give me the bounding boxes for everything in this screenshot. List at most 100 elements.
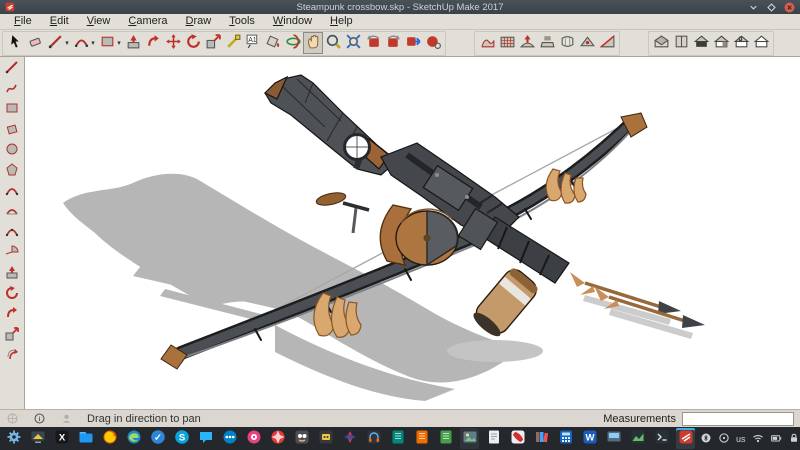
tool-export[interactable]	[403, 32, 423, 54]
menu-draw[interactable]: Draw	[178, 14, 220, 29]
tool-pie[interactable]	[2, 244, 23, 264]
tool-stamp[interactable]	[537, 32, 557, 54]
task-firefox[interactable]	[100, 428, 119, 449]
tray-status-indicator[interactable]	[700, 432, 712, 446]
tool-follow-me[interactable]	[143, 32, 163, 54]
tool-from-scratch[interactable]	[497, 32, 517, 54]
tool-smoove[interactable]	[517, 32, 537, 54]
tool-follow-me[interactable]	[2, 305, 23, 325]
tool-scale[interactable]	[203, 32, 223, 54]
menu-camera[interactable]: Camera	[120, 14, 175, 29]
tool-eraser[interactable]	[25, 32, 45, 54]
task-tasks-app[interactable]: ✓	[148, 428, 167, 449]
task-skype[interactable]: S	[172, 428, 191, 449]
task-file-manager[interactable]	[76, 428, 95, 449]
tool-tape-measure[interactable]	[223, 32, 243, 54]
tool-move[interactable]	[163, 32, 183, 54]
tool-rotated-rectangle[interactable]	[2, 121, 23, 141]
task-robot-app[interactable]	[316, 428, 335, 449]
task-xterm[interactable]: X	[52, 428, 71, 449]
menu-help[interactable]: Help	[322, 14, 361, 29]
task-gimp[interactable]	[292, 428, 311, 449]
tool-right-view[interactable]	[711, 32, 731, 54]
tool-rectangle[interactable]	[2, 100, 23, 120]
task-chat-app[interactable]	[196, 428, 215, 449]
tool-back-view[interactable]	[731, 32, 751, 54]
tool-previous-view[interactable]	[363, 32, 383, 54]
task-sketchup[interactable]	[676, 428, 695, 449]
statusbar-sign-in[interactable]	[60, 412, 73, 425]
tool-rectangle[interactable]	[97, 32, 123, 54]
task-workspace-app[interactable]	[604, 428, 623, 449]
task-notes-green[interactable]	[436, 428, 455, 449]
task-calculator[interactable]	[556, 428, 575, 449]
menu-tools[interactable]: Tools	[221, 14, 263, 29]
task-audio-app[interactable]	[364, 428, 383, 449]
tool-front-view[interactable]	[691, 32, 711, 54]
tool-push-pull[interactable]	[123, 32, 143, 54]
tool-iso-view[interactable]	[651, 32, 671, 54]
tool-flip-edge[interactable]	[597, 32, 617, 54]
tool-line[interactable]	[2, 59, 23, 79]
tray-display-indicator[interactable]	[718, 432, 730, 446]
task-text-editor[interactable]	[484, 428, 503, 449]
task-notes-orange[interactable]	[412, 428, 431, 449]
statusbar-credits[interactable]: i	[33, 412, 46, 425]
tool-scale[interactable]	[2, 326, 23, 346]
tool-next-view[interactable]	[383, 32, 403, 54]
tray-lock[interactable]	[788, 432, 800, 446]
menu-edit[interactable]: Edit	[42, 14, 77, 29]
tool-orbit[interactable]	[283, 32, 303, 54]
tray-wifi[interactable]	[752, 432, 764, 446]
task-phone-app[interactable]	[508, 428, 527, 449]
menu-window[interactable]: Window	[265, 14, 320, 29]
task-edge-browser[interactable]	[124, 428, 143, 449]
tray-battery[interactable]	[770, 432, 782, 446]
task-transfer-app[interactable]	[340, 428, 359, 449]
menu-file[interactable]: File	[6, 14, 40, 29]
tool-add-detail[interactable]	[577, 32, 597, 54]
tool-top-view[interactable]	[671, 32, 691, 54]
statusbar-geolocation[interactable]	[6, 412, 19, 425]
model-viewport[interactable]	[25, 57, 800, 409]
tool-rotate[interactable]	[183, 32, 203, 54]
close-button[interactable]	[784, 2, 795, 13]
task-system-monitor[interactable]	[628, 428, 647, 449]
title-bar[interactable]: Steampunk crossbow.skp - SketchUp Make 2…	[0, 0, 800, 14]
tool-two-point-arc[interactable]	[2, 203, 23, 223]
maximize-button[interactable]	[766, 2, 777, 13]
task-show-desktop[interactable]	[28, 428, 47, 449]
tool-freehand[interactable]	[2, 80, 23, 100]
task-krita[interactable]	[268, 428, 287, 449]
task-word[interactable]: W	[580, 428, 599, 449]
tool-push-pull[interactable]	[2, 264, 23, 284]
task-terminal[interactable]	[652, 428, 671, 449]
task-cloud-app[interactable]	[220, 428, 239, 449]
tool-circle[interactable]	[2, 141, 23, 161]
tool-rotate[interactable]	[2, 285, 23, 305]
tool-offset[interactable]	[2, 346, 23, 366]
menu-view[interactable]: View	[79, 14, 119, 29]
tool-left-view[interactable]	[751, 32, 771, 54]
tool-polygon[interactable]	[2, 162, 23, 182]
task-app-launcher[interactable]	[4, 428, 23, 449]
task-notes-teal[interactable]	[388, 428, 407, 449]
tool-three-point-arc[interactable]	[2, 223, 23, 243]
measurements-input[interactable]	[682, 412, 794, 426]
tool-zoom[interactable]	[323, 32, 343, 54]
tool-line[interactable]	[45, 32, 71, 54]
tool-pan[interactable]	[303, 32, 323, 54]
task-calibre[interactable]	[532, 428, 551, 449]
tool-from-contours[interactable]	[477, 32, 497, 54]
tool-paint-bucket[interactable]	[263, 32, 283, 54]
tool-zoom-extents[interactable]	[343, 32, 363, 54]
tool-text[interactable]: A1	[243, 32, 263, 54]
tool-drape[interactable]	[557, 32, 577, 54]
tool-arc[interactable]	[71, 32, 97, 54]
tray-keyboard-layout[interactable]: us	[736, 434, 746, 444]
minimize-button[interactable]	[748, 2, 759, 13]
task-image-viewer[interactable]	[460, 428, 479, 449]
tool-arc[interactable]	[2, 182, 23, 202]
task-media-app[interactable]	[244, 428, 263, 449]
tool-select[interactable]	[5, 32, 25, 54]
